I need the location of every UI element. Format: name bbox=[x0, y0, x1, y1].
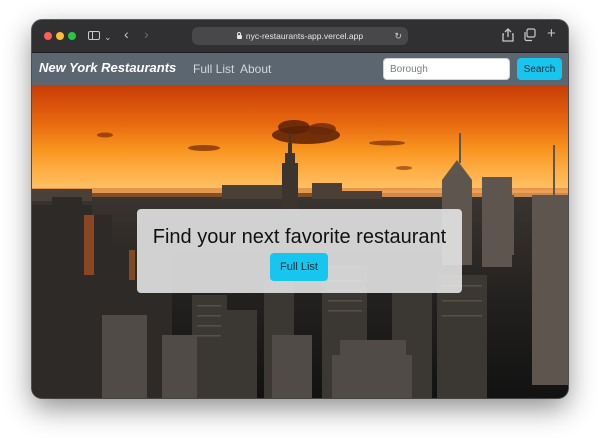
reload-icon[interactable]: ↻ bbox=[394, 27, 402, 45]
back-icon[interactable]: ‹ bbox=[124, 26, 129, 42]
hero-title: Find your next favorite restaurant bbox=[152, 226, 447, 248]
search-button[interactable]: Search bbox=[517, 58, 562, 80]
url-text: nyc-restaurants-app.vercel.app bbox=[245, 31, 364, 41]
hero-full-list-button[interactable]: Full List bbox=[270, 253, 328, 281]
browser-toolbar: ⌄ ‹ › nyc-restaurants-app.vercel.app ↻ + bbox=[32, 20, 568, 53]
share-icon[interactable] bbox=[502, 28, 514, 46]
brand-logo[interactable]: New York Restaurants bbox=[39, 60, 176, 75]
chevron-down-icon[interactable]: ⌄ bbox=[104, 29, 112, 45]
browser-window: ⌄ ‹ › nyc-restaurants-app.vercel.app ↻ +… bbox=[32, 20, 568, 398]
sidebar-icon[interactable] bbox=[88, 31, 100, 40]
nav-link-about[interactable]: About bbox=[240, 62, 271, 76]
forward-icon[interactable]: › bbox=[144, 26, 149, 42]
address-bar[interactable]: nyc-restaurants-app.vercel.app ↻ bbox=[192, 27, 408, 45]
hero-section: Find your next favorite restaurant Full … bbox=[32, 85, 568, 398]
borough-search-input[interactable] bbox=[383, 58, 510, 80]
minimize-window-button[interactable] bbox=[56, 32, 64, 40]
close-window-button[interactable] bbox=[44, 32, 52, 40]
lock-icon bbox=[236, 32, 242, 39]
tabs-icon[interactable] bbox=[524, 28, 536, 46]
new-tab-icon[interactable]: + bbox=[547, 26, 556, 42]
app-navbar: New York Restaurants Full List About Sea… bbox=[32, 53, 568, 85]
hero-card: Find your next favorite restaurant Full … bbox=[137, 209, 462, 293]
zoom-window-button[interactable] bbox=[68, 32, 76, 40]
nav-link-full-list[interactable]: Full List bbox=[193, 62, 234, 76]
